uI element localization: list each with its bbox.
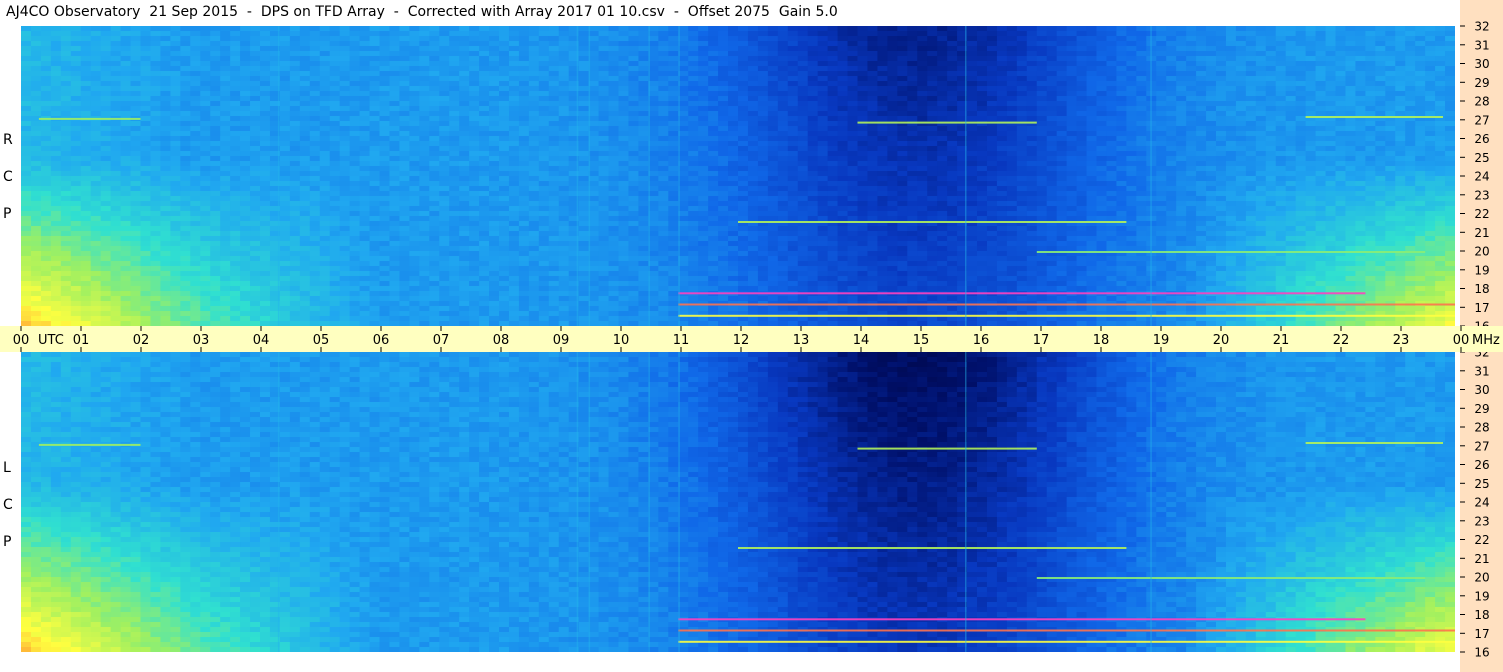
time-tick-label: 03 xyxy=(193,333,210,348)
time-tick-label: 09 xyxy=(553,333,570,348)
polarization-letter: C xyxy=(3,497,13,513)
frequency-tick-label: 18 xyxy=(1474,608,1489,622)
time-tick-label: 23 xyxy=(1393,333,1410,348)
time-tick-label: 08 xyxy=(493,333,510,348)
frequency-tick-label: 24 xyxy=(1474,170,1489,184)
polarization-letter: R xyxy=(3,132,13,148)
chart-title: AJ4CO Observatory 21 Sep 2015 - DPS on T… xyxy=(6,4,838,20)
time-tick-label: 22 xyxy=(1333,333,1350,348)
time-tick-label: 10 xyxy=(613,333,630,348)
frequency-tick-label: 28 xyxy=(1474,95,1489,109)
time-tick-label: 07 xyxy=(433,333,450,348)
time-tick-label: 06 xyxy=(373,333,390,348)
frequency-tick-label: 25 xyxy=(1474,151,1489,165)
frequency-tick-label: 23 xyxy=(1474,514,1489,528)
frequency-tick-label: 29 xyxy=(1474,76,1489,90)
frequency-tick-label: 30 xyxy=(1474,383,1489,397)
frequency-axis-top: 3231302928272625242322212019181716 xyxy=(1460,0,1503,326)
frequency-tick-label: 26 xyxy=(1474,132,1489,146)
frequency-tick-label: 17 xyxy=(1474,301,1489,315)
time-tick-label: 19 xyxy=(1153,333,1170,348)
frequency-tick-label: 30 xyxy=(1474,57,1489,71)
frequency-tick-label: 18 xyxy=(1474,282,1489,296)
time-tick-label: 21 xyxy=(1273,333,1290,348)
time-tick-label: 13 xyxy=(793,333,810,348)
frequency-tick-label: 27 xyxy=(1474,113,1489,127)
polarization-letter: C xyxy=(3,169,13,185)
time-tick-label: 14 xyxy=(853,333,870,348)
frequency-tick-label: 23 xyxy=(1474,188,1489,202)
time-tick-label: 00 xyxy=(1453,333,1470,348)
frequency-tick-label: 27 xyxy=(1474,439,1489,453)
frequency-tick-label: 26 xyxy=(1474,458,1489,472)
frequency-tick-label: 21 xyxy=(1474,552,1489,566)
frequency-tick-label: 16 xyxy=(1474,646,1489,660)
frequency-tick-label: 19 xyxy=(1474,263,1489,277)
polarization-letter: P xyxy=(3,534,12,550)
time-axis: 00 01 02 03 04 05 06 07 08 09 10 11 12 13 14 15 16 17 18 19… xyxy=(0,326,1503,352)
rcp-spectrogram xyxy=(21,26,1455,326)
time-tick-label: 11 xyxy=(673,333,690,348)
frequency-tick-label: 32 xyxy=(1474,20,1489,34)
frequency-tick-label: 17 xyxy=(1474,627,1489,641)
lcp-spectrogram xyxy=(21,352,1455,652)
frequency-tick-label: 22 xyxy=(1474,533,1489,547)
time-unit-label: UTC xyxy=(38,333,64,348)
polarization-letter: L xyxy=(3,460,11,476)
frequency-tick-label: 25 xyxy=(1474,477,1489,491)
frequency-tick-label: 19 xyxy=(1474,589,1489,603)
frequency-tick-label: 32 xyxy=(1474,352,1489,360)
frequency-tick-label: 20 xyxy=(1474,571,1489,585)
time-tick-label: 18 xyxy=(1093,333,1110,348)
frequency-tick-label: 22 xyxy=(1474,207,1489,221)
frequency-tick-label: 28 xyxy=(1474,421,1489,435)
time-tick-label: 17 xyxy=(1033,333,1050,348)
frequency-tick-label: 21 xyxy=(1474,226,1489,240)
polarization-letter: P xyxy=(3,206,12,222)
frequency-unit-label: MHz xyxy=(1472,333,1500,348)
frequency-axis-bottom: 32 31 30 29 28 27 26 25 24 23 22 21 20 19 18 17 16 xyxy=(1460,352,1503,672)
frequency-tick-label: 31 xyxy=(1474,364,1489,378)
frequency-tick-label: 24 xyxy=(1474,496,1489,510)
time-tick-label: 04 xyxy=(253,333,270,348)
time-tick-label: 02 xyxy=(133,333,150,348)
time-tick-label: 05 xyxy=(313,333,330,348)
frequency-tick-label: 31 xyxy=(1474,38,1489,52)
time-tick-label: 15 xyxy=(913,333,930,348)
time-tick-label: 20 xyxy=(1213,333,1230,348)
frequency-tick-label: 20 xyxy=(1474,245,1489,259)
time-tick-label: 12 xyxy=(733,333,750,348)
frequency-tick-label: 29 xyxy=(1474,402,1489,416)
time-tick-label: 01 xyxy=(73,333,90,348)
time-tick-label: 16 xyxy=(973,333,990,348)
time-tick-label: 00 xyxy=(13,333,30,348)
